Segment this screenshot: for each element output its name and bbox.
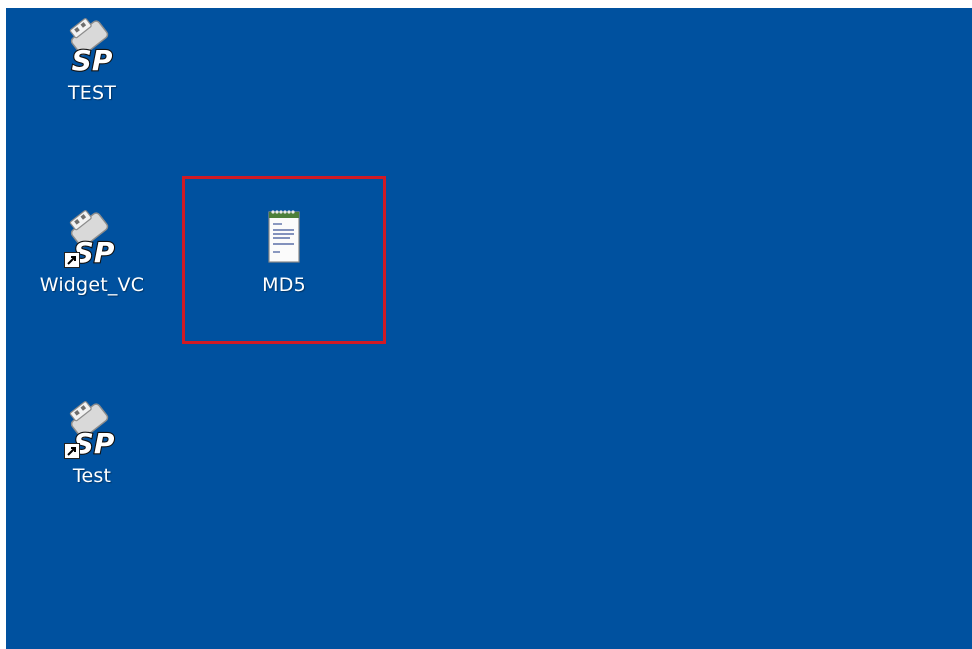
desktop-icon-test-upper[interactable]: SP TEST (27, 14, 157, 104)
icon-label: Test (72, 465, 112, 487)
icon-label: TEST (67, 82, 117, 104)
desktop-icon-test-lower[interactable]: SP Test (27, 397, 157, 487)
sp-usb-app-icon: SP (60, 397, 124, 461)
desktop-background[interactable]: SP TEST SP Widget_VC MD5 SP Test (6, 8, 972, 649)
highlight-box (182, 176, 386, 344)
shortcut-arrow-icon (64, 252, 80, 268)
sp-usb-app-icon: SP (60, 206, 124, 270)
svg-text:SP: SP (72, 44, 113, 77)
shortcut-arrow-icon (64, 443, 80, 459)
sp-usb-app-icon: SP (60, 14, 124, 78)
icon-label: Widget_VC (39, 274, 145, 296)
desktop-icon-widget-vc[interactable]: SP Widget_VC (27, 206, 157, 296)
